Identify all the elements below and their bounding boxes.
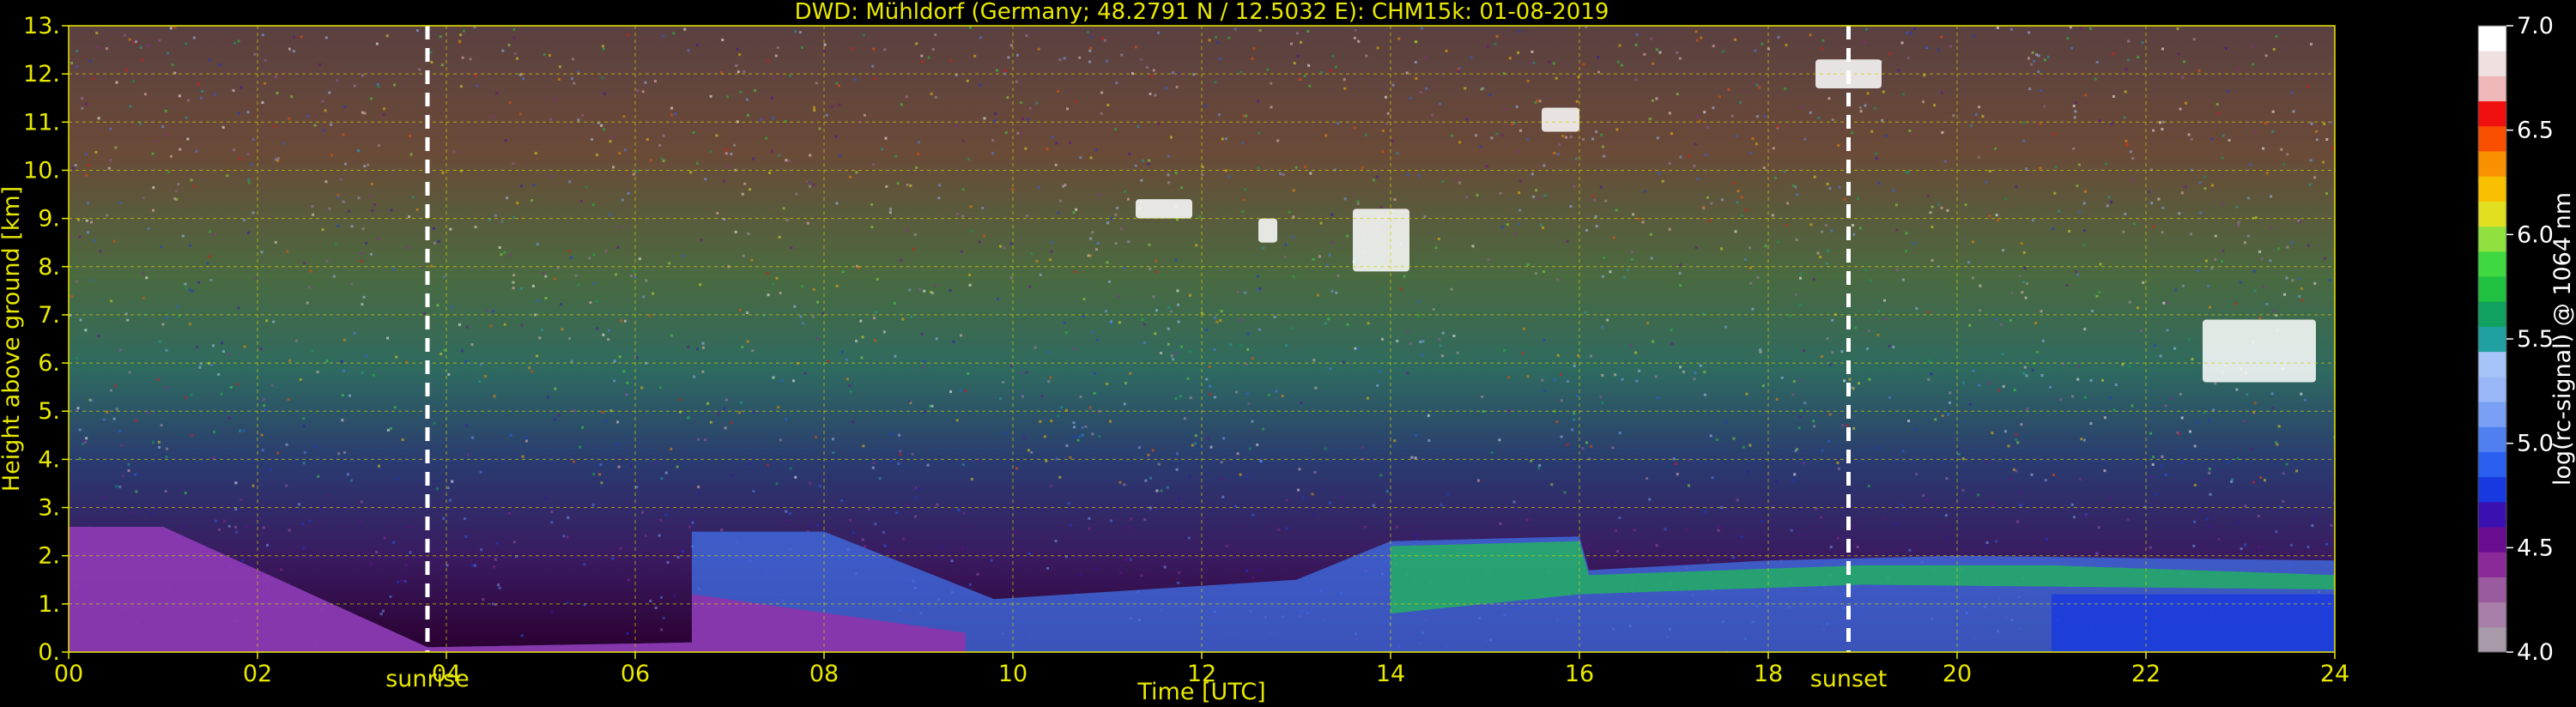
- x-tick-label: 24: [2320, 661, 2349, 687]
- y-tick-label: 1.: [38, 591, 60, 618]
- y-tick-label: 10.: [23, 157, 60, 184]
- colorbar-cell: [2478, 626, 2506, 653]
- annotation-label: sunset: [1810, 666, 1888, 692]
- colorbar-tick-label: 7.0: [2517, 13, 2554, 39]
- colorbar-cell: [2478, 125, 2506, 152]
- y-tick-label: 13.: [23, 13, 60, 39]
- y-tick-label: 12.: [23, 61, 60, 88]
- colorbar-cell: [2478, 577, 2506, 603]
- x-tick-label: 08: [809, 661, 839, 687]
- colorbar-cell: [2478, 376, 2506, 402]
- colorbar-cell: [2478, 226, 2506, 252]
- y-tick-label: 0.: [38, 639, 60, 666]
- colorbar-cell: [2478, 100, 2506, 127]
- y-tick-label: 3.: [38, 495, 60, 522]
- colorbar-cell: [2478, 51, 2506, 76]
- y-tick-label: 4.: [38, 446, 60, 473]
- colorbar-tick-label: 5.5: [2517, 326, 2554, 353]
- colorbar-cell: [2478, 351, 2506, 378]
- colorbar-cell: [2478, 76, 2506, 102]
- y-tick-label: 8.: [38, 254, 60, 281]
- colorbar-tick-label: 5.0: [2517, 431, 2554, 457]
- chart-title: DWD: Mühldorf (Germany; 48.2791 N / 12.5…: [795, 0, 1609, 25]
- colorbar-cell: [2478, 301, 2506, 327]
- colorbar-tick-label: 4.5: [2517, 535, 2554, 561]
- colorbar-cell: [2478, 476, 2506, 503]
- colorbar-cell: [2478, 527, 2506, 553]
- colorbar-cell: [2478, 276, 2506, 302]
- x-tick-label: 16: [1565, 661, 1594, 687]
- x-tick-label: 18: [1754, 661, 1783, 687]
- colorbar-cell: [2478, 601, 2506, 628]
- y-tick-label: 9.: [38, 206, 60, 233]
- y-axis-label: Height above ground [km]: [0, 186, 25, 492]
- x-tick-label: 06: [621, 661, 650, 687]
- cloud: [1258, 218, 1277, 243]
- cloud: [1136, 199, 1192, 219]
- colorbar-label: log(rc-signal) @ 1064 nm: [2549, 192, 2576, 486]
- y-tick-label: 5.: [38, 398, 60, 425]
- annotation-label: sunrise: [385, 666, 470, 692]
- colorbar-cell: [2478, 176, 2506, 202]
- x-tick-label: 10: [998, 661, 1027, 687]
- x-tick-label: 02: [243, 661, 272, 687]
- colorbar-cell: [2478, 26, 2506, 51]
- y-tick-label: 7.: [38, 302, 60, 329]
- colorbar-tick-label: 6.0: [2517, 221, 2554, 248]
- y-tick-label: 6.: [38, 350, 60, 377]
- x-tick-label: 20: [1943, 661, 1972, 687]
- colorbar-cell: [2478, 251, 2506, 277]
- y-tick-label: 11.: [23, 109, 60, 136]
- x-tick-label: 14: [1376, 661, 1405, 687]
- colorbar-cell: [2478, 402, 2506, 427]
- colorbar-cell: [2478, 552, 2506, 577]
- cloud: [1542, 107, 1579, 132]
- plot-area: [68, 25, 2336, 653]
- colorbar-cell: [2478, 451, 2506, 478]
- colorbar-cell: [2478, 151, 2506, 177]
- colorbar-cell: [2478, 326, 2506, 353]
- lower-layer: [2052, 594, 2335, 652]
- colorbar-cell: [2478, 426, 2506, 452]
- x-tick-label: 22: [2131, 661, 2161, 687]
- x-axis-label: Time [UTC]: [1136, 679, 1265, 705]
- colorbar-cell: [2478, 501, 2506, 528]
- colorbar-tick-label: 4.0: [2517, 639, 2554, 666]
- colorbar-cell: [2478, 201, 2506, 227]
- cloud: [2203, 319, 2316, 383]
- colorbar-tick-label: 6.5: [2517, 118, 2554, 144]
- lidar-backscatter-chart: 00 02 04 06 08 10 12 14 16 18 20 22 24 0.1.2.3.4.5.6…: [0, 0, 2576, 707]
- y-tick-label: 2.: [38, 543, 60, 570]
